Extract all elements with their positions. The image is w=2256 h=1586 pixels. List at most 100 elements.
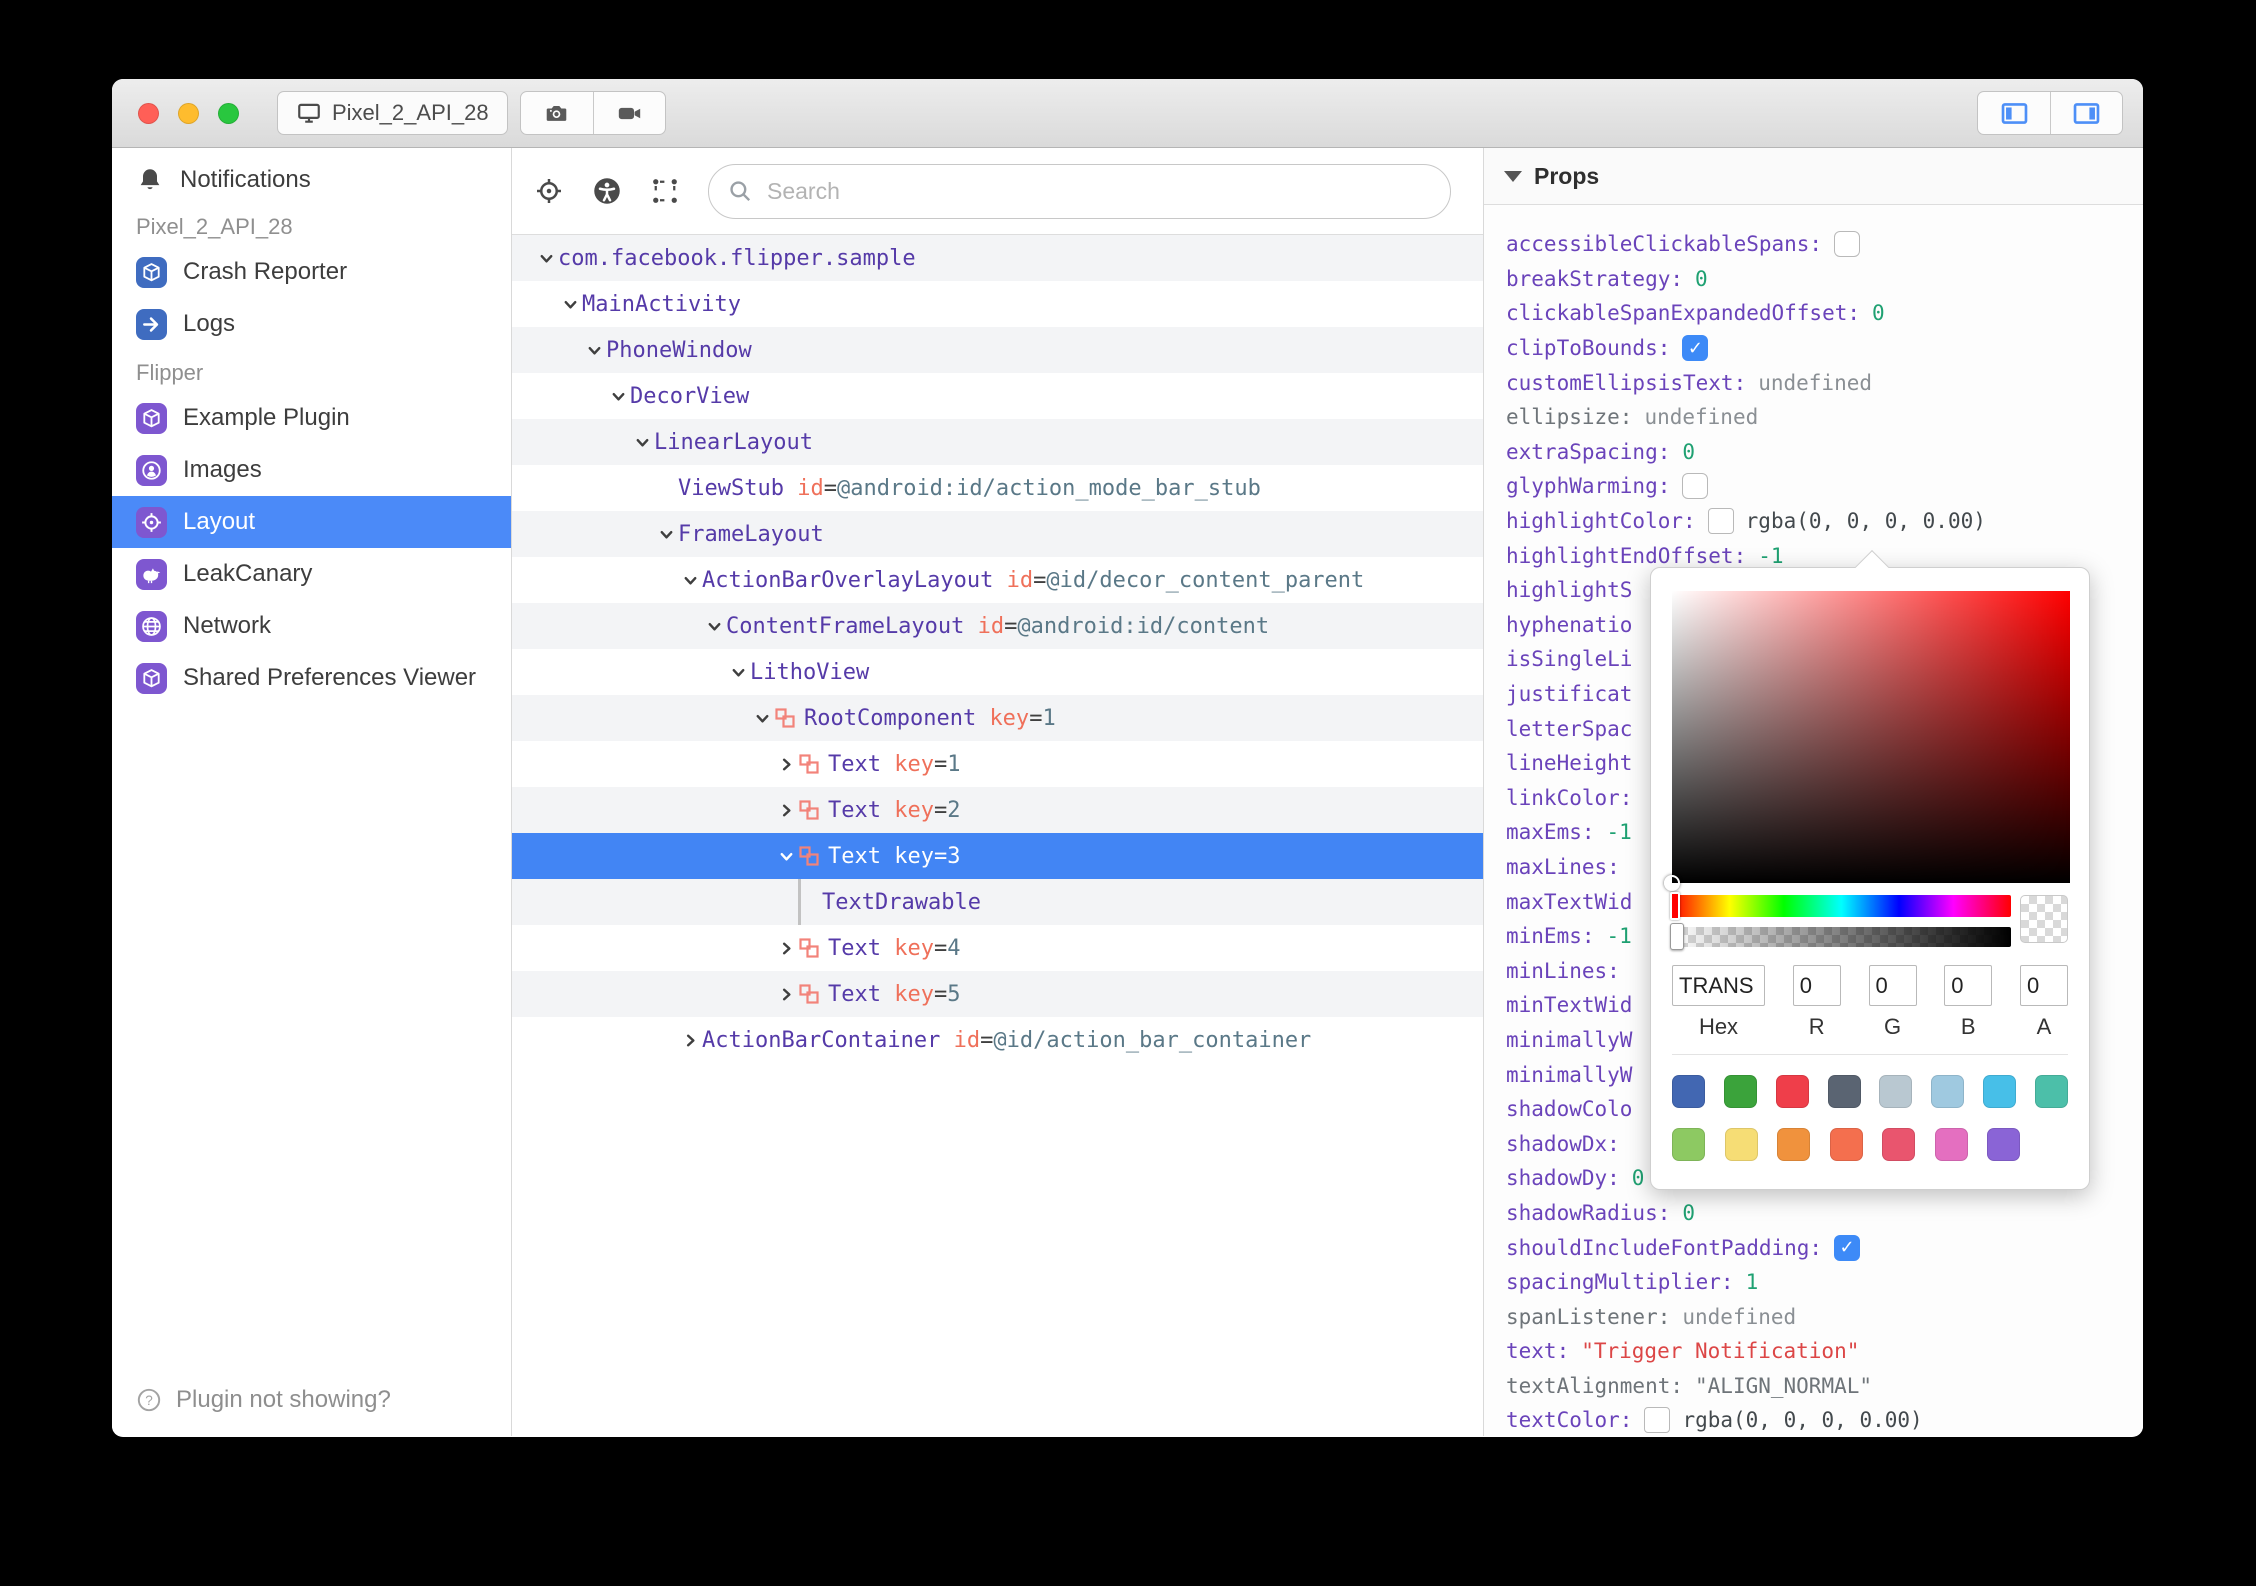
alpha-slider-handle[interactable] [1670,923,1684,950]
color-swatch[interactable] [1672,1075,1705,1108]
saturation-square[interactable] [1664,591,2070,891]
props-header[interactable]: Props [1484,148,2143,205]
node-name: Text [828,843,881,869]
color-swatch[interactable] [1775,1075,1809,1108]
chevron-right-icon[interactable] [774,986,798,1003]
tree-node-phonewindow[interactable]: PhoneWindow [512,327,1483,373]
color-swatch[interactable] [1724,1128,1758,1161]
green-input[interactable] [1868,965,1917,1006]
color-swatch[interactable] [1879,1075,1913,1108]
plugin-not-showing-link[interactable]: ? Plugin not showing? [136,1386,391,1414]
red-input[interactable] [1792,965,1841,1006]
prop-label: maxTextWid [1506,889,1633,914]
accessibility-icon[interactable] [592,176,622,206]
sidebar-item-network[interactable]: Network [112,600,511,652]
tree-node-text-2[interactable]: Text key = 2 [512,787,1483,833]
tree-node-lithoview[interactable]: LithoView [512,649,1483,695]
tree-node-text-3[interactable]: Text key = 3 [512,833,1483,879]
tree-node-text-1[interactable]: Text key = 1 [512,741,1483,787]
sidebar-item-example-plugin[interactable]: Example Plugin [112,392,511,444]
saturation-cursor[interactable] [1664,875,1680,891]
tree-node-linearlayout[interactable]: LinearLayout [512,419,1483,465]
blue-input[interactable] [1944,965,1993,1006]
toggle-right-panel-button[interactable] [2050,92,2122,134]
prop-row-clickablespanexpandedoffset: clickableSpanExpandedOffset: 0 [1506,296,2143,331]
chevron-right-icon[interactable] [774,802,798,819]
hue-slider[interactable] [1670,892,2012,920]
chevron-down-icon[interactable] [774,848,798,865]
color-swatch-checkbox[interactable] [1707,508,1734,535]
toggle-left-panel-button[interactable] [1978,92,2050,134]
close-window-button[interactable] [138,102,159,124]
color-swatch[interactable] [1983,1075,2017,1108]
color-swatch[interactable] [1931,1075,1965,1108]
sidebar-item-layout[interactable]: Layout [112,496,511,548]
tree-node-actionbarcontainer-id-action-bar-container[interactable]: ActionBarContainer id = @id/action_bar_con… [512,1017,1483,1063]
chevron-right-icon[interactable] [678,1032,702,1049]
device-tab[interactable]: Pixel_2_API_28 [277,91,508,135]
color-swatch[interactable] [1777,1128,1810,1161]
tree-node-textdrawable[interactable]: TextDrawable [512,879,1483,925]
sidebar-item-notifications[interactable]: Notifications [112,156,511,204]
tree-node-text-5[interactable]: Text key = 5 [512,971,1483,1017]
hue-slider-handle[interactable] [1670,892,1680,920]
chevron-right-icon[interactable] [774,756,798,773]
color-swatch[interactable] [1987,1128,2020,1161]
sidebar-item-logs[interactable]: Logs [112,298,511,350]
sidebar-item-leakcanary[interactable]: LeakCanary [112,548,511,600]
color-swatch[interactable] [1829,1128,1863,1161]
tree-node-mainactivity[interactable]: MainActivity [512,281,1483,327]
checkbox-checked[interactable]: ✓ [1834,1234,1861,1261]
color-swatch[interactable] [1723,1075,1757,1108]
alpha-slider[interactable] [1670,923,2012,950]
screenshot-button[interactable] [521,92,593,134]
sidebar-item-shared-preferences-viewer[interactable]: Shared Preferences Viewer [112,652,511,704]
sidebar-item-label: Example Plugin [183,404,350,431]
color-swatch-checkbox[interactable] [1644,1407,1671,1434]
tree-node-viewstub-android-id-action-mode-bar-stub[interactable]: ViewStub id = @android:id/action_mode_bar_… [512,465,1483,511]
chevron-down-icon[interactable] [654,526,678,543]
prop-label: highlightEndOffset: [1506,543,1747,568]
zoom-window-button[interactable] [218,102,239,124]
chevron-down-icon[interactable] [750,710,774,727]
checkbox-checked[interactable]: ✓ [1682,335,1709,362]
color-swatch[interactable] [2034,1075,2068,1108]
chevron-down-icon[interactable] [582,342,606,359]
node-name: Text [828,797,881,823]
popup-divider [1672,1054,2068,1055]
checkbox-unchecked[interactable] [1682,473,1709,500]
chevron-down-icon[interactable] [558,296,582,313]
node-name: LithoView [750,659,870,685]
target-icon[interactable] [534,176,564,206]
search-input[interactable] [765,176,1440,206]
sidebar-item-label: Network [183,612,272,639]
chevron-down-icon[interactable] [534,250,558,267]
checkbox-unchecked[interactable] [1834,231,1861,258]
color-swatch[interactable] [1882,1128,1915,1161]
chevron-down-icon[interactable] [630,434,654,451]
tree-node-text-4[interactable]: Text key = 4 [512,925,1483,971]
tree-node-rootcomponent-1[interactable]: RootComponent key = 1 [512,695,1483,741]
color-swatch[interactable] [1827,1075,1861,1108]
sidebar-item-images[interactable]: Images [112,444,511,496]
node-attr-value: 4 [947,935,961,961]
chevron-down-icon[interactable] [702,618,726,635]
alpha-input[interactable] [2020,965,2068,1006]
tree-node-com-facebook-flipper-sample[interactable]: com.facebook.flipper.sample [512,235,1483,281]
chevron-down-icon[interactable] [726,664,750,681]
node-name: RootComponent [804,705,977,731]
chevron-down-icon[interactable] [606,388,630,405]
color-swatch[interactable] [1672,1128,1705,1161]
layout-bounds-icon[interactable] [650,176,680,206]
tree-node-actionbaroverlaylayout-id-decor-content-parent[interactable]: ActionBarOverlayLayout id = @id/decor_cont… [512,557,1483,603]
screen-record-button[interactable] [592,92,665,134]
hex-input[interactable] [1672,965,1765,1006]
minimize-window-button[interactable] [178,102,199,124]
tree-node-framelayout[interactable]: FrameLayout [512,511,1483,557]
chevron-right-icon[interactable] [774,940,798,957]
tree-node-contentframelayout-android-id-content[interactable]: ContentFrameLayout id = @android:id/conten… [512,603,1483,649]
tree-node-decorview[interactable]: DecorView [512,373,1483,419]
sidebar-item-crash-reporter[interactable]: Crash Reporter [112,246,511,298]
color-swatch[interactable] [1934,1128,1968,1161]
chevron-down-icon[interactable] [678,572,702,589]
